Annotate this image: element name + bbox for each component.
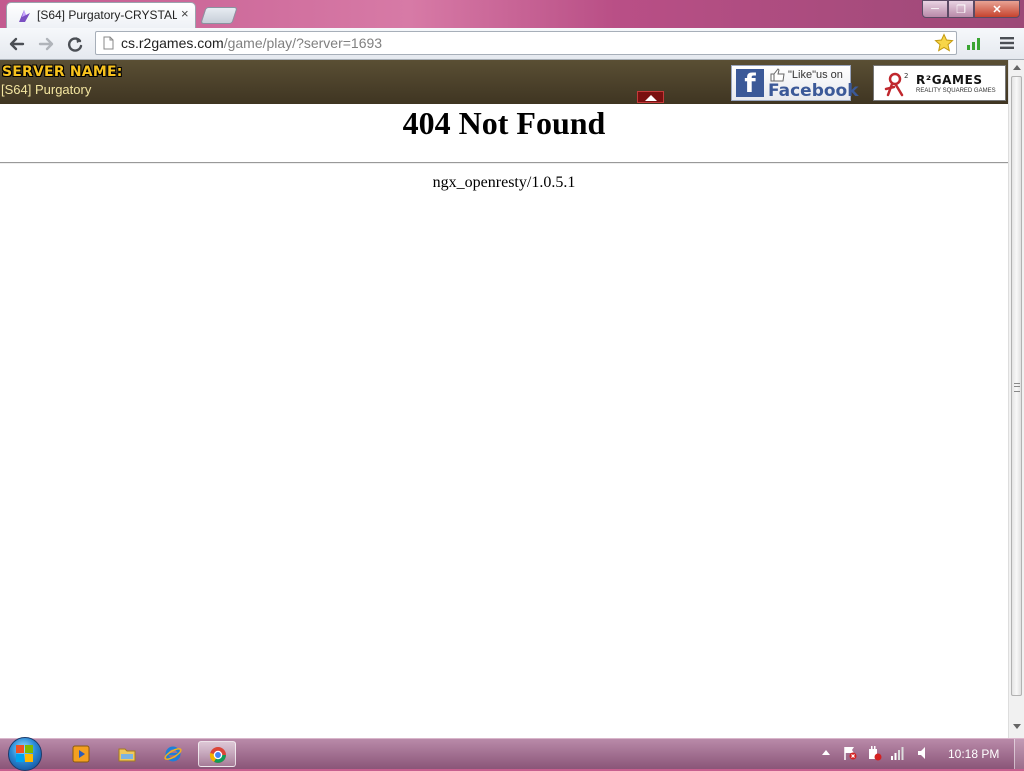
minimize-button[interactable]: ─ [922, 0, 948, 18]
crystal-favicon-icon [19, 10, 30, 22]
scroll-thumb[interactable] [1011, 76, 1022, 696]
r2games-name: R²GAMES [916, 73, 983, 87]
r2games-tagline: REALITY SQUARED GAMES [916, 88, 996, 94]
signal-extension-icon[interactable] [966, 35, 984, 51]
r2games-logo-button[interactable]: 2 R²GAMES REALITY SQUARED GAMES [873, 65, 1006, 101]
taskbar-clock[interactable]: 10:18 PM [948, 747, 999, 761]
server-name-label: SERVER NAME: [2, 64, 123, 80]
windows-logo-icon [16, 745, 33, 762]
svg-text:2: 2 [904, 72, 908, 80]
new-tab-button[interactable] [200, 7, 238, 24]
close-window-button[interactable]: ✕ [974, 0, 1020, 18]
scroll-down-arrow-icon[interactable] [1013, 724, 1021, 729]
scroll-grip-icon [1014, 383, 1020, 392]
address-bar[interactable]: cs.r2games.com/game/play/?server=1693 [95, 31, 957, 55]
network-signal-icon[interactable] [890, 745, 906, 761]
facebook-like-button[interactable]: f "Like"us on Facebook [731, 65, 859, 101]
window-controls: ─ ❐ ✕ [922, 0, 1020, 18]
volume-icon[interactable] [916, 745, 932, 761]
browser-tab-active[interactable]: [S64] Purgatory-CRYSTAL × [6, 2, 196, 28]
collapse-bar-button[interactable] [637, 91, 664, 103]
url-text: cs.r2games.com/game/play/?server=1693 [121, 35, 383, 51]
window-titlebar: [S64] Purgatory-CRYSTAL × ─ ❐ ✕ [0, 0, 1024, 28]
taskbar-media-player[interactable] [62, 741, 100, 767]
explorer-folder-icon [118, 748, 136, 762]
start-button[interactable] [8, 737, 42, 771]
reload-icon[interactable] [65, 34, 85, 54]
browser-toolbar: cs.r2games.com/game/play/?server=1693 [0, 28, 1024, 60]
game-header-bar: SERVER NAME: [S64] Purgatory f "Like"us … [0, 60, 1008, 104]
back-arrow-icon[interactable] [7, 34, 27, 54]
taskbar-internet-explorer[interactable] [154, 741, 192, 767]
taskbar-chrome[interactable] [198, 741, 236, 767]
facebook-name: Facebook [768, 81, 859, 101]
scroll-up-arrow-icon[interactable] [1013, 65, 1021, 70]
page-icon [103, 36, 114, 50]
maximize-button[interactable]: ❐ [948, 0, 974, 18]
taskbar-explorer[interactable] [108, 741, 146, 767]
power-icon[interactable] [866, 745, 882, 761]
chrome-menu-icon[interactable] [1000, 36, 1014, 50]
tab-close-icon[interactable]: × [181, 6, 189, 21]
bookmark-star-icon[interactable] [934, 33, 954, 53]
action-center-flag-icon[interactable] [842, 745, 858, 761]
server-name-value: [S64] Purgatory [1, 82, 92, 97]
facebook-like-text: "Like"us on [788, 69, 843, 81]
forward-arrow-icon[interactable] [36, 34, 56, 54]
page-viewport: SERVER NAME: [S64] Purgatory f "Like"us … [0, 60, 1024, 738]
facebook-logo-icon: f [736, 69, 764, 97]
show-desktop-button[interactable] [1014, 739, 1024, 769]
internet-explorer-icon [164, 746, 182, 762]
windows-taskbar: 10:18 PM [0, 737, 1024, 771]
chrome-icon [209, 747, 226, 763]
vertical-scrollbar[interactable] [1008, 60, 1024, 738]
horizontal-rule [0, 162, 1008, 164]
media-player-icon [72, 745, 90, 763]
server-signature: ngx_openresty/1.0.5.1 [432, 174, 576, 191]
tab-title: [S64] Purgatory-CRYSTAL [37, 8, 177, 22]
error-heading: 404 Not Found [402, 105, 606, 141]
show-hidden-icons-arrow[interactable] [818, 745, 834, 761]
r2games-figure-icon: 2 [884, 72, 908, 97]
thumbs-up-icon [770, 68, 785, 82]
caret-up-icon [645, 95, 657, 101]
